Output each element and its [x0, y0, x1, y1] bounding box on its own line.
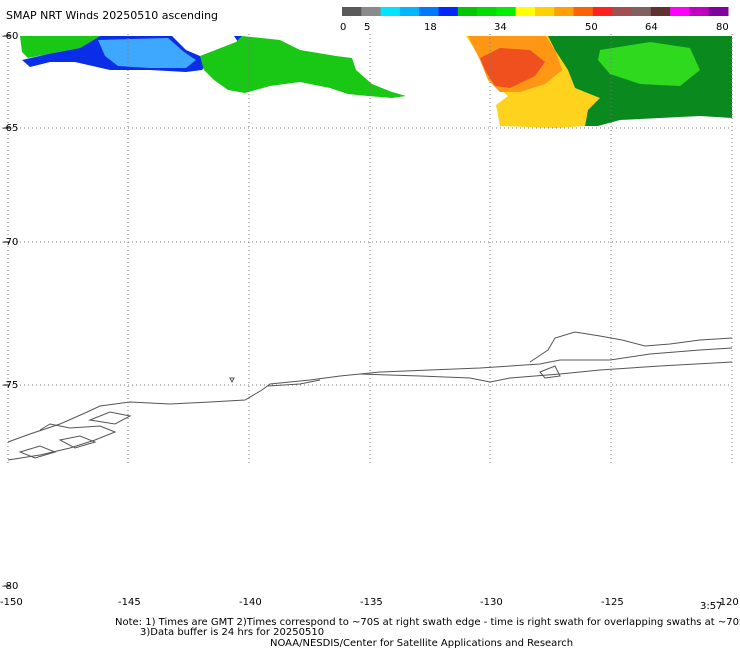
colorbar-segment — [573, 7, 594, 16]
lon-label: -125 — [601, 597, 624, 608]
colorbar-segment — [438, 7, 459, 16]
swath-time-label: 3:57 — [700, 601, 722, 612]
colorbar-segment — [631, 7, 652, 16]
wind-swath-right — [466, 36, 732, 128]
lat-label: -60 — [2, 31, 18, 42]
colorbar-segment — [477, 7, 497, 16]
colorbar-tick-label: 64 — [645, 22, 658, 33]
colorbar-segment — [612, 7, 632, 16]
lon-label: -150 — [0, 597, 23, 608]
lat-label: -80 — [2, 581, 18, 592]
lon-label: -145 — [118, 597, 141, 608]
colorbar-tick-label: 18 — [424, 22, 437, 33]
wind-map: SMAP NRT Winds 20250510 ascending 0 5 18… — [0, 7, 740, 649]
colorbar-tick-label: 50 — [585, 22, 598, 33]
wind-swath-left — [20, 36, 406, 98]
antarctic-coastline — [7, 331, 733, 461]
colorbar-segment — [689, 7, 710, 16]
lat-label: -65 — [2, 123, 18, 134]
colorbar-segment — [650, 7, 671, 16]
lon-label: -140 — [239, 597, 262, 608]
swath-green-mid — [200, 36, 406, 98]
colorbar-tick-label: 80 — [716, 22, 729, 33]
colorbar-segment — [535, 7, 555, 16]
colorbar-segment — [496, 7, 517, 16]
lon-label: -130 — [480, 597, 503, 608]
note-line-2: 3)Data buffer is 24 hrs for 20250510 — [140, 627, 324, 638]
lat-label: -70 — [2, 237, 18, 248]
colorbar-segment — [399, 7, 420, 16]
colorbar-tick-label: 5 — [364, 22, 370, 33]
colorbar: 0 5 18 34 50 64 80 — [340, 7, 729, 33]
credit-line: NOAA/NESDIS/Center for Satellite Applica… — [270, 638, 573, 649]
map-title: SMAP NRT Winds 20250510 ascending — [6, 9, 218, 22]
lat-label: -75 — [2, 380, 18, 391]
colorbar-segment — [592, 7, 613, 16]
colorbar-segment — [670, 7, 690, 16]
colorbar-segment — [554, 7, 575, 16]
colorbar-segment — [708, 7, 729, 16]
colorbar-tick-label: 0 — [340, 22, 346, 33]
lon-label: -135 — [360, 597, 383, 608]
colorbar-segment — [457, 7, 478, 16]
colorbar-segment — [515, 7, 536, 16]
colorbar-segment — [419, 7, 439, 16]
colorbar-tick-label: 34 — [494, 22, 507, 33]
colorbar-segment — [361, 7, 382, 16]
colorbar-segment — [380, 7, 401, 16]
colorbar-segment — [342, 7, 362, 16]
